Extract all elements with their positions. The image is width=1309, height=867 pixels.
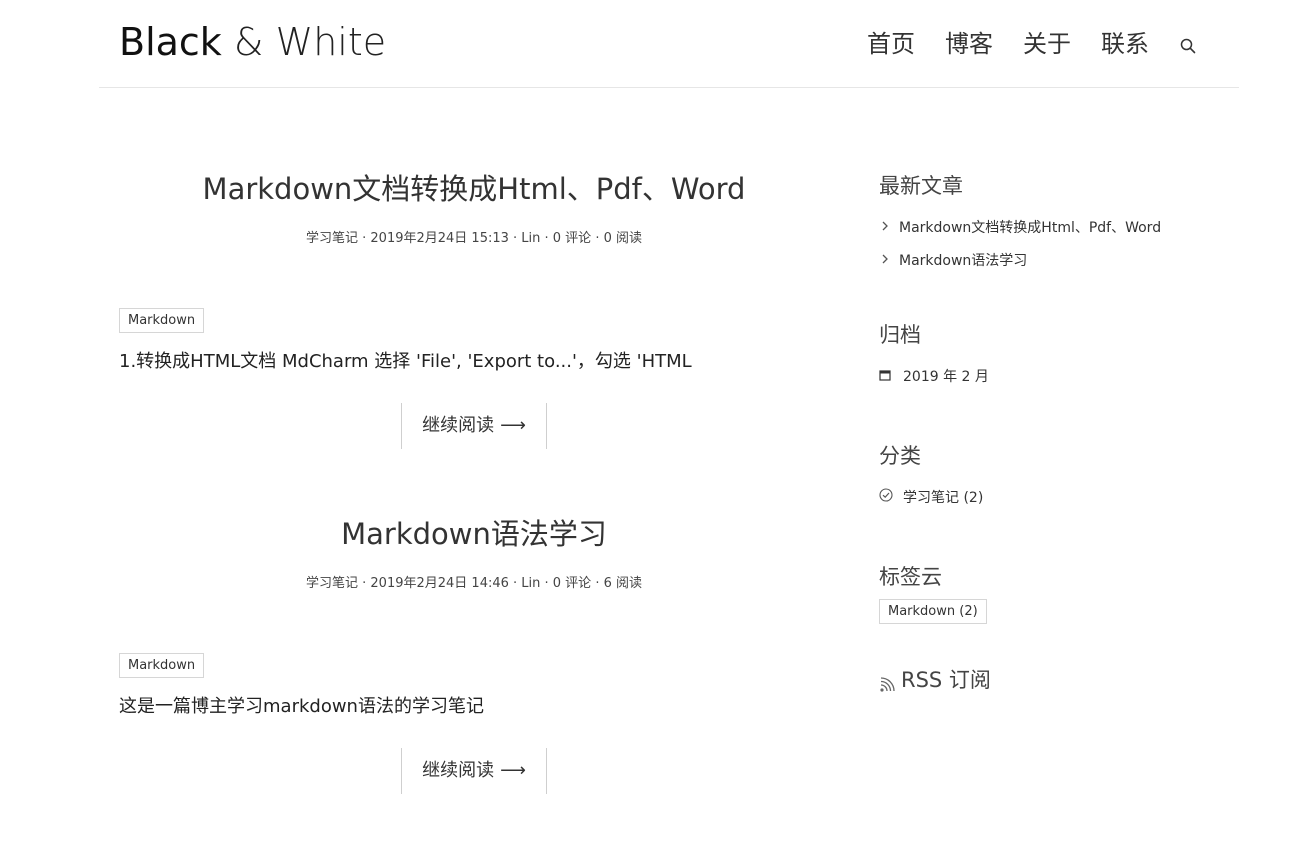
post-title[interactable]: Markdown文档转换成Html、Pdf、Word (119, 170, 829, 208)
read-more-label: 继续阅读 (422, 760, 495, 781)
brand-part1: Black (119, 20, 222, 64)
categories-list: 学习笔记 (2) (879, 488, 1239, 508)
list-item[interactable]: 学习笔记 (2) (879, 488, 1239, 508)
post-tag[interactable]: Markdown (119, 653, 205, 678)
brand-amp: & (233, 20, 264, 64)
nav-home[interactable]: 首页 (867, 28, 915, 60)
categories-heading: 分类 (879, 444, 921, 468)
list-item[interactable]: Markdown文档转换成Html、Pdf、Word (879, 218, 1239, 238)
read-more-label: 继续阅读 (422, 415, 495, 436)
post-excerpt: 1.转换成HTML文档 MdCharm 选择 'File', 'Export t… (119, 351, 692, 372)
post-card: Markdown语法学习 学习笔记 · 2019年2月24日 14:46 · L… (119, 515, 829, 794)
list-item[interactable]: Markdown语法学习 (879, 251, 1239, 271)
tag-cloud-heading: 标签云 (879, 565, 942, 589)
brand-part2: White (275, 20, 387, 64)
archive-heading: 归档 (879, 323, 921, 347)
recent-posts-heading: 最新文章 (879, 174, 963, 198)
nav-about[interactable]: 关于 (1023, 28, 1071, 60)
main-nav: 首页 博客 关于 联系 (837, 28, 1197, 60)
chevron-right-icon (879, 251, 891, 271)
post-excerpt: 这是一篇博主学习markdown语法的学习笔记 (119, 696, 484, 717)
recent-post-link[interactable]: Markdown文档转换成Html、Pdf、Word (899, 218, 1161, 238)
nav-blog[interactable]: 博客 (945, 28, 993, 60)
sidebar: 最新文章 Markdown文档转换成Html、Pdf、Word Markdown… (879, 172, 1239, 694)
read-more-button[interactable]: 继续阅读 ⟶ (401, 403, 547, 449)
calendar-icon (879, 367, 891, 387)
post-tag[interactable]: Markdown (119, 308, 205, 333)
tag-cloud-item[interactable]: Markdown (2) (879, 599, 987, 624)
post-card: Markdown文档转换成Html、Pdf、Word 学习笔记 · 2019年2… (119, 170, 829, 449)
nav-contact[interactable]: 联系 (1101, 28, 1149, 60)
post-meta: 学习笔记 · 2019年2月24日 14:46 · Lin · 0 评论 · 6… (306, 576, 642, 591)
site-logo[interactable]: Black & White (119, 20, 386, 64)
post-title[interactable]: Markdown语法学习 (119, 515, 829, 553)
check-circle-icon (879, 488, 893, 508)
header-divider (99, 87, 1239, 88)
arrow-right-icon: ⟶ (500, 760, 526, 781)
chevron-right-icon (879, 218, 891, 238)
recent-posts-list: Markdown文档转换成Html、Pdf、Word Markdown语法学习 (879, 218, 1239, 271)
list-item[interactable]: 2019 年 2 月 (879, 367, 1239, 387)
read-more-button[interactable]: 继续阅读 ⟶ (401, 748, 547, 794)
archive-link[interactable]: 2019 年 2 月 (903, 367, 989, 387)
rss-icon (879, 672, 895, 692)
category-link[interactable]: 学习笔记 (2) (903, 488, 983, 508)
rss-link[interactable]: RSS 订阅 (879, 666, 1239, 694)
post-meta: 学习笔记 · 2019年2月24日 15:13 · Lin · 0 评论 · 0… (306, 231, 642, 246)
arrow-right-icon: ⟶ (500, 415, 526, 436)
recent-post-link[interactable]: Markdown语法学习 (899, 251, 1027, 271)
search-icon[interactable] (1179, 37, 1197, 55)
rss-label: RSS 订阅 (901, 668, 991, 692)
archive-list: 2019 年 2 月 (879, 367, 1239, 387)
site-header: Black & White 首页 博客 关于 联系 (0, 0, 1309, 88)
